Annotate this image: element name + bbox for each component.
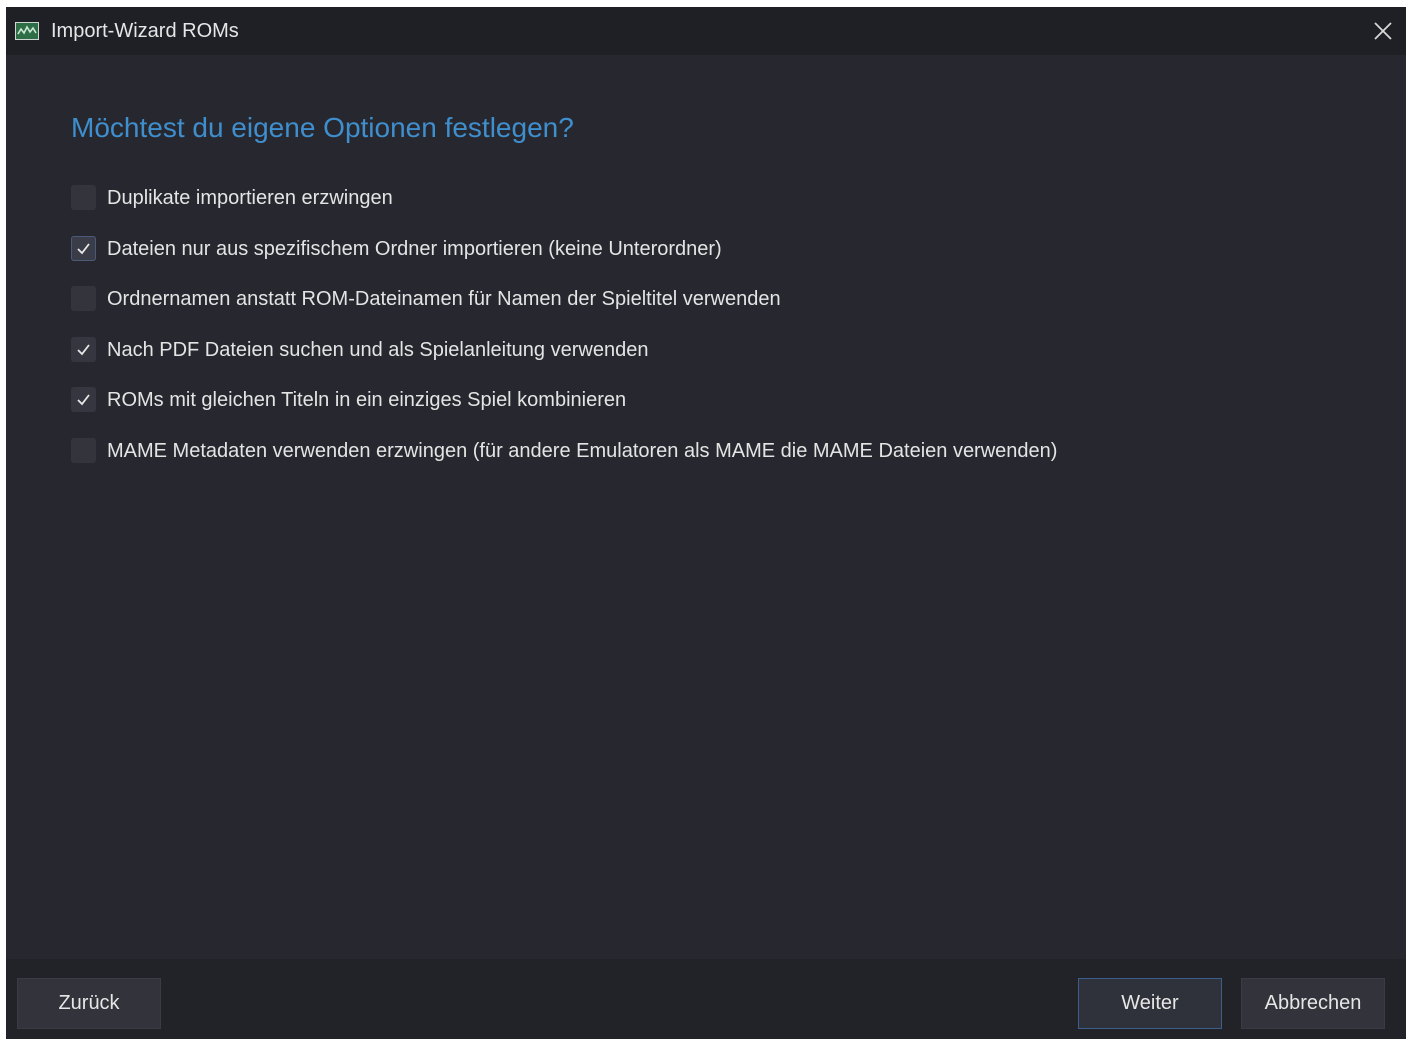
checkbox[interactable]: [71, 336, 96, 362]
option-label: Dateien nur aus spezifischem Ordner impo…: [107, 237, 722, 260]
wizard-content: Möchtest du eigene Optionen festlegen? D…: [6, 55, 1406, 959]
checkmark-icon: [77, 394, 90, 406]
checkmark-icon: [77, 243, 90, 254]
checkbox[interactable]: [71, 437, 96, 463]
checkmark-icon: [77, 344, 90, 356]
option-label: ROMs mit gleichen Titeln in ein einziges…: [107, 389, 627, 412]
close-icon: [1374, 22, 1392, 40]
checkbox[interactable]: [71, 235, 96, 261]
option-label: Duplikate importieren erzwingen: [107, 187, 393, 209]
checkbox[interactable]: [71, 185, 96, 210]
window-title: Import-Wizard ROMs: [51, 20, 239, 42]
option-label: Nach PDF Dateien suchen und als Spielanl…: [107, 338, 649, 361]
checkbox[interactable]: [71, 387, 96, 413]
cancel-button[interactable]: Abbrechen: [1241, 978, 1385, 1029]
title-bar[interactable]: Import-Wizard ROMs: [6, 7, 1406, 55]
next-button[interactable]: Weiter: [1078, 978, 1222, 1029]
back-button[interactable]: Zurück: [17, 978, 161, 1029]
option-label: Ordnernamen anstatt ROM-Dateinamen für N…: [107, 288, 781, 311]
app-icon: [15, 22, 39, 40]
close-button[interactable]: [1360, 7, 1406, 55]
page-heading: Möchtest du eigene Optionen festlegen?: [71, 112, 574, 143]
footer-bar: Zurück Weiter Abbrechen: [6, 959, 1406, 1039]
option-label: MAME Metadaten verwenden erzwingen (für …: [107, 439, 1058, 462]
checkbox[interactable]: [71, 286, 96, 312]
import-wizard-window: Import-Wizard ROMs Möchtest du eigene Op…: [6, 7, 1406, 1039]
